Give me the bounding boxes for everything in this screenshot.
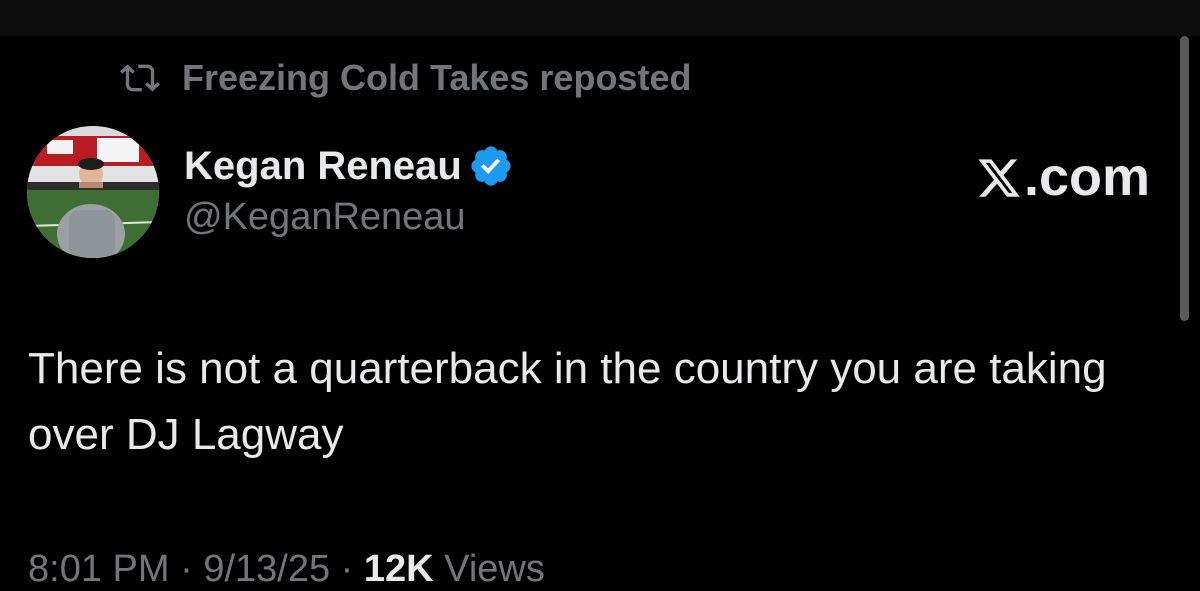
repost-icon: [118, 58, 162, 98]
x-brand-watermark: .com: [976, 146, 1150, 208]
meta-separator-2: ·: [340, 548, 354, 590]
verified-badge-icon: [468, 143, 514, 189]
top-bar: [0, 0, 1200, 36]
repost-label: Freezing Cold Takes reposted: [182, 57, 692, 98]
avatar[interactable]: [27, 126, 159, 258]
meta-separator: ·: [180, 548, 193, 590]
repost-indicator[interactable]: Freezing Cold Takes reposted: [118, 56, 691, 100]
tweet-date[interactable]: 9/13/25: [203, 548, 330, 590]
brand-text: .com: [1023, 147, 1150, 207]
author-name-row: Kegan Reneau: [184, 140, 514, 192]
views-count: 12K: [363, 548, 434, 590]
views-label: Views: [444, 548, 545, 590]
tweet-text: There is not a quarterback in the countr…: [28, 344, 1107, 459]
scrollbar[interactable]: [1180, 36, 1189, 321]
tweet-meta: 8:01 PM · 9/13/25 · 12K Views: [28, 548, 545, 591]
x-logo-icon: [976, 153, 1022, 201]
author-block[interactable]: Kegan Reneau @KeganReneau: [184, 140, 514, 239]
tweet-time[interactable]: 8:01 PM: [28, 548, 170, 590]
author-name[interactable]: Kegan Reneau: [184, 144, 462, 189]
author-handle[interactable]: @KeganReneau: [184, 196, 514, 239]
